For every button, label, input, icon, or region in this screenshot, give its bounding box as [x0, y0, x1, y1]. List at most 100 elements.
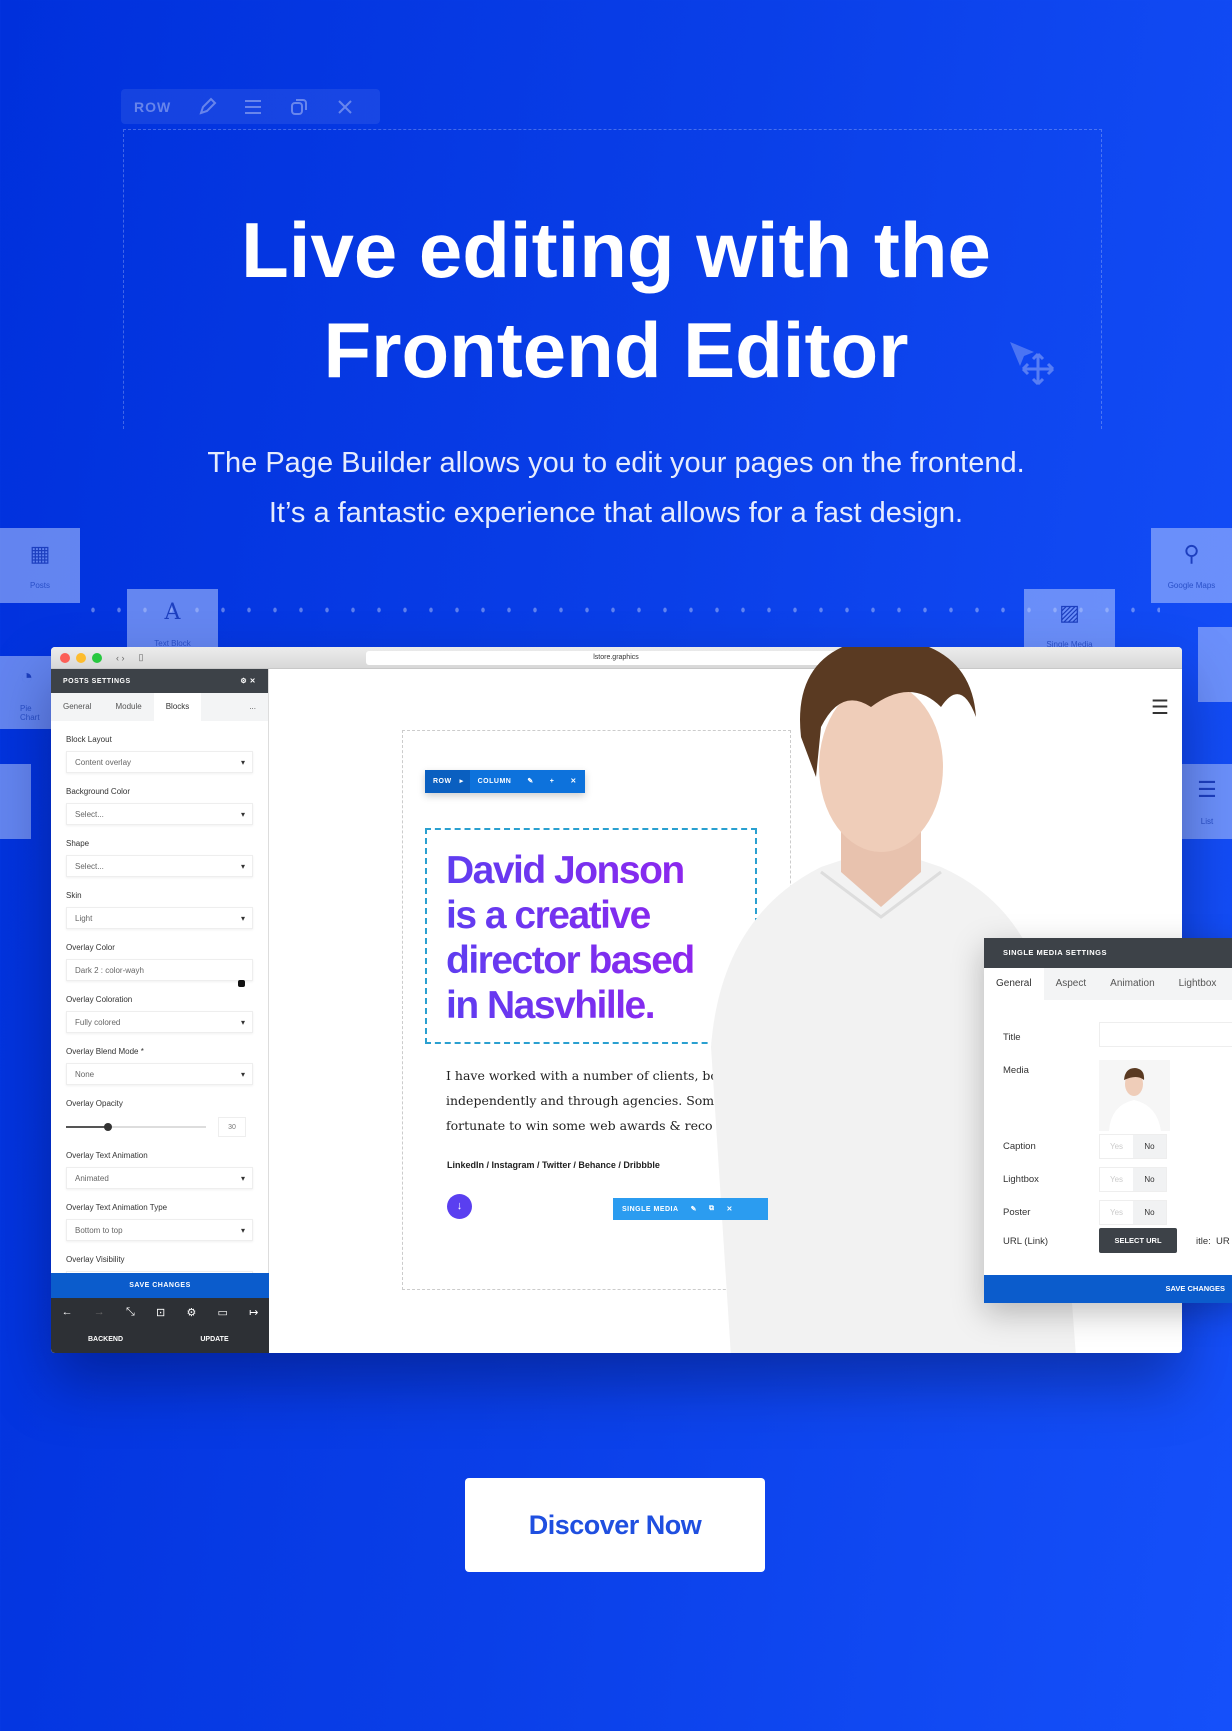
tab-blocks[interactable]: Blocks — [153, 693, 202, 721]
redo-icon[interactable]: → — [94, 1306, 105, 1318]
paragraph-line: fortunate to win some web awards & reco — [446, 1118, 713, 1133]
overlay-opacity-field: Overlay Opacity 30 — [51, 1099, 268, 1137]
field-label: Overlay Color — [66, 943, 115, 952]
text-icon: A — [164, 600, 181, 625]
opacity-input[interactable]: 30 — [218, 1117, 246, 1137]
yes-option[interactable]: Yes — [1100, 1135, 1133, 1158]
media-label: Media — [1003, 1065, 1029, 1076]
select-url-button[interactable]: SELECT URL — [1099, 1228, 1177, 1253]
no-option[interactable]: No — [1133, 1201, 1166, 1224]
opacity-slider[interactable] — [66, 1123, 206, 1131]
duplicate-icon — [291, 98, 308, 115]
discover-now-button[interactable]: Discover Now — [465, 1478, 765, 1572]
back-forward-icon[interactable]: ‹ › — [116, 653, 125, 663]
minimize-window-button[interactable] — [76, 652, 86, 663]
row-label: ROW — [134, 98, 172, 115]
list-icon: ☰ — [1197, 777, 1217, 802]
exit-icon[interactable]: ↦ — [249, 1306, 258, 1319]
field-label: Skin — [66, 891, 82, 900]
backend-button[interactable]: BACKEND — [51, 1336, 160, 1343]
tab-general[interactable]: General — [984, 968, 1044, 1000]
social-links[interactable]: LinkedIn / Instagram / Twitter / Behance… — [447, 1160, 660, 1170]
grid-select-icon[interactable]: ⊡ — [156, 1306, 165, 1319]
save-changes-button[interactable]: SAVE CHANGES — [51, 1273, 269, 1298]
tile-label: List — [1200, 817, 1214, 826]
expand-icon[interactable]: ⤡ — [126, 1306, 135, 1319]
desktop-icon[interactable]: ▭ — [218, 1306, 228, 1319]
posts-settings-panel: POSTS SETTINGS ⚙ ✕ General Module Blocks … — [51, 669, 269, 1353]
settings-field: Skin Light — [51, 891, 268, 930]
sidebar-icon[interactable]: ▯ — [139, 652, 144, 663]
tile-label: Pie Chart — [20, 703, 40, 722]
paragraph-line: independently and through agencies. Som — [446, 1093, 715, 1108]
bio-paragraph: I have worked with a number of clients, … — [446, 1063, 716, 1138]
settings-icon[interactable]: ⚙ — [186, 1306, 196, 1319]
scroll-down-button[interactable]: ↓ — [447, 1194, 472, 1219]
yes-no-toggle[interactable]: Yes No — [1099, 1200, 1167, 1225]
url-title-label: itle: UR — [1196, 1236, 1230, 1247]
field-select[interactable]: Animated — [66, 1167, 253, 1190]
toggle-label: Caption — [1003, 1141, 1036, 1152]
field-label: Overlay Text Animation Type — [66, 1203, 168, 1212]
column-breadcrumb[interactable]: COLUMN — [470, 770, 520, 793]
tab-aspect[interactable]: Aspect — [1044, 968, 1099, 1000]
field-label: Shape — [66, 839, 90, 848]
hamburger-menu-icon[interactable]: ☰ — [1151, 695, 1169, 720]
title-line: Live editing with the — [241, 206, 991, 294]
yes-no-toggle[interactable]: Yes No — [1099, 1167, 1167, 1192]
undo-icon[interactable]: ← — [62, 1306, 73, 1318]
yes-option[interactable]: Yes — [1100, 1168, 1133, 1191]
tab-module[interactable]: Module — [103, 693, 153, 721]
url-label: URL (Link) — [1003, 1236, 1049, 1247]
slider-handle[interactable] — [104, 1123, 112, 1131]
tab-general[interactable]: General — [51, 693, 103, 721]
close-window-button[interactable] — [60, 652, 70, 663]
field-select[interactable]: None — [66, 1063, 253, 1086]
row-breadcrumb[interactable]: ROW — [425, 770, 460, 793]
plus-icon[interactable]: + — [542, 770, 563, 793]
gear-close-icons[interactable]: ⚙ ✕ — [240, 677, 256, 685]
color-swatch[interactable] — [238, 980, 245, 987]
close-icon — [338, 99, 352, 114]
hero-title: Live editing with the Frontend Editor — [0, 200, 1232, 400]
panel-footer: ← → ⤡ ⊡ ⚙ ▭ ↦ BACKEND UPDATE — [51, 1298, 269, 1353]
field-select[interactable]: Dark 2 : color-wayh — [66, 959, 253, 981]
no-option[interactable]: No — [1133, 1135, 1166, 1158]
tab-animation[interactable]: Animation — [1098, 968, 1166, 1000]
field-select[interactable]: Select... — [66, 855, 253, 878]
chevron-right-icon: ▸ — [459, 770, 470, 793]
close-icon[interactable]: ✕ — [562, 770, 584, 793]
media-thumbnail[interactable] — [1099, 1060, 1170, 1131]
pencil-icon[interactable]: ✎ — [691, 1205, 697, 1213]
tile-google-maps: ⚲ Google Maps — [1151, 528, 1232, 603]
title-input[interactable] — [1099, 1022, 1232, 1047]
tab-more[interactable]: ... — [237, 693, 268, 721]
yes-no-toggle[interactable]: Yes No — [1099, 1134, 1167, 1159]
save-changes-button[interactable]: SAVE CHANGES — [984, 1275, 1232, 1303]
hero-subtitle: The Page Builder allows you to edit your… — [0, 438, 1232, 538]
field-select[interactable]: Fully colored — [66, 1011, 253, 1034]
menu-icon — [245, 99, 262, 114]
maximize-window-button[interactable] — [92, 652, 102, 663]
no-option[interactable]: No — [1133, 1168, 1166, 1191]
field-select[interactable]: Content overlay — [66, 751, 253, 774]
tab-lightbox[interactable]: Lightbox — [1167, 968, 1229, 1000]
field-select[interactable]: Select... — [66, 803, 253, 826]
field-label: Block Layout — [66, 735, 112, 744]
tile-partial — [0, 764, 31, 839]
duplicate-icon[interactable]: ⧉ — [709, 1205, 715, 1213]
field-label: Overlay Opacity — [66, 1099, 123, 1108]
field-select[interactable]: Bottom to top — [66, 1219, 253, 1242]
single-media-toolbar: SINGLE MEDIA ✎ ⧉ ✕ — [613, 1198, 768, 1220]
update-button[interactable]: UPDATE — [160, 1336, 269, 1343]
tile-posts: ▦ Posts — [0, 528, 80, 603]
close-icon[interactable]: ✕ — [726, 1205, 732, 1213]
yes-option[interactable]: Yes — [1100, 1201, 1133, 1224]
single-media-label[interactable]: SINGLE MEDIA — [622, 1206, 679, 1213]
tile-list: ☰ List — [1182, 764, 1232, 839]
pencil-icon[interactable]: ✎ — [519, 770, 541, 793]
panel-tabs: General Module Blocks ... — [51, 693, 268, 721]
map-pin-icon: ⚲ — [1183, 541, 1200, 566]
settings-field: Overlay Coloration Fully colored — [51, 995, 268, 1034]
field-select[interactable]: Light — [66, 907, 253, 930]
